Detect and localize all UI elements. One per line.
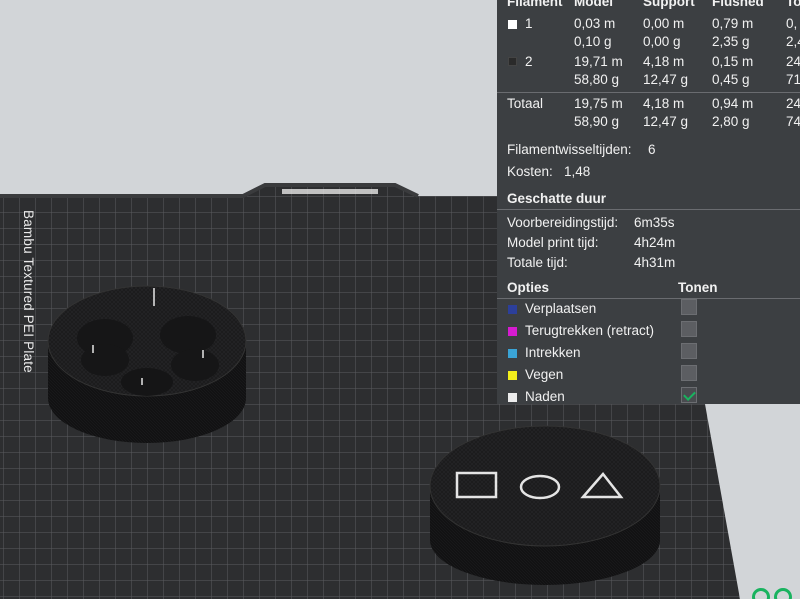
- total-label: Totaal: [507, 96, 544, 111]
- travel-color-swatch: [508, 305, 517, 314]
- 3d-preview-viewport[interactable]: Bambu Textured PEI Plate Filament Model …: [0, 0, 800, 599]
- option-travel-label: Verplaatsen: [525, 301, 597, 316]
- options-show-title: Tonen: [678, 280, 718, 295]
- option-retract-label: Terugtrekken (retract): [525, 323, 655, 338]
- wipe-color-swatch: [508, 371, 517, 380]
- filament-1-flushed-weight: 2,35 g: [712, 34, 750, 49]
- filament-1-model-weight: 0,10 g: [574, 34, 612, 49]
- option-travel-checkbox[interactable]: [681, 299, 697, 315]
- filament-1-id: 1: [525, 16, 533, 31]
- cost-label: Kosten:: [507, 164, 553, 179]
- total-total-length: 24: [786, 96, 800, 111]
- model-print-time-value: 4h24m: [634, 235, 676, 250]
- filament-2-swatch: [508, 57, 517, 66]
- model-print-time-label: Model print tijd:: [507, 235, 599, 250]
- plate-label: Bambu Textured PEI Plate: [21, 210, 36, 373]
- total-model-weight: 58,90 g: [574, 114, 620, 129]
- option-wipe-checkbox[interactable]: [681, 365, 697, 381]
- col-support: Support: [643, 0, 695, 9]
- total-model-length: 19,75 m: [574, 96, 623, 111]
- filament-1-total-weight: 2,4: [786, 34, 800, 49]
- total-support-weight: 12,47 g: [643, 114, 689, 129]
- duration-title: Geschatte duur: [507, 191, 607, 206]
- total-time-value: 4h31m: [634, 255, 676, 270]
- filament-2-id: 2: [525, 54, 533, 69]
- unretract-color-swatch: [508, 349, 517, 358]
- divider: [497, 209, 800, 210]
- option-wipe-label: Vegen: [525, 367, 564, 382]
- seams-color-swatch: [508, 393, 517, 402]
- filament-2-flushed-length: 0,15 m: [712, 54, 754, 69]
- slice-statistics-panel: Filament Model Support Flushed To 1 0,03…: [497, 0, 800, 404]
- option-seams-label: Naden: [525, 389, 565, 404]
- col-total: To: [786, 0, 800, 9]
- filament-2-total-weight: 71: [786, 72, 800, 87]
- filament-2-total-length: 24: [786, 54, 800, 69]
- total-time-label: Totale tijd:: [507, 255, 568, 270]
- col-flushed: Flushed: [712, 0, 764, 9]
- filament-2-model-length: 19,71 m: [574, 54, 623, 69]
- filament-changes-label: Filamentwisseltijden:: [507, 142, 632, 157]
- option-retract-checkbox[interactable]: [681, 321, 697, 337]
- prep-time-value: 6m35s: [634, 215, 675, 230]
- filament-2-support-weight: 12,47 g: [643, 72, 689, 87]
- filament-1-support-length: 0,00 m: [643, 16, 685, 31]
- filament-2-support-length: 4,18 m: [643, 54, 685, 69]
- filament-1-flushed-length: 0,79 m: [712, 16, 754, 31]
- option-unretract-checkbox[interactable]: [681, 343, 697, 359]
- filament-1-support-weight: 0,00 g: [643, 34, 681, 49]
- filament-1-swatch: [508, 20, 517, 29]
- cost-value: 1,48: [564, 164, 591, 179]
- total-total-weight: 74: [786, 114, 800, 129]
- filament-1-total-length: 0,: [786, 16, 798, 31]
- filament-2-model-weight: 58,80 g: [574, 72, 620, 87]
- model-left-cylinder[interactable]: [47, 285, 247, 443]
- col-model: Model: [574, 0, 613, 9]
- options-title: Opties: [507, 280, 550, 295]
- divider: [497, 298, 800, 299]
- filament-2-flushed-weight: 0,45 g: [712, 72, 750, 87]
- col-filament: Filament: [507, 0, 563, 9]
- retract-color-swatch: [508, 327, 517, 336]
- option-seams-checkbox[interactable]: [681, 387, 697, 403]
- prep-time-label: Voorbereidingstijd:: [507, 215, 619, 230]
- filament-changes-value: 6: [648, 142, 656, 157]
- model-right-cylinder[interactable]: [429, 425, 661, 585]
- orientation-icon: [752, 588, 800, 599]
- filament-1-model-length: 0,03 m: [574, 16, 616, 31]
- total-flushed-length: 0,94 m: [712, 96, 754, 111]
- total-support-length: 4,18 m: [643, 96, 685, 111]
- divider: [497, 92, 800, 93]
- total-flushed-weight: 2,80 g: [712, 114, 750, 129]
- option-unretract-label: Intrekken: [525, 345, 581, 360]
